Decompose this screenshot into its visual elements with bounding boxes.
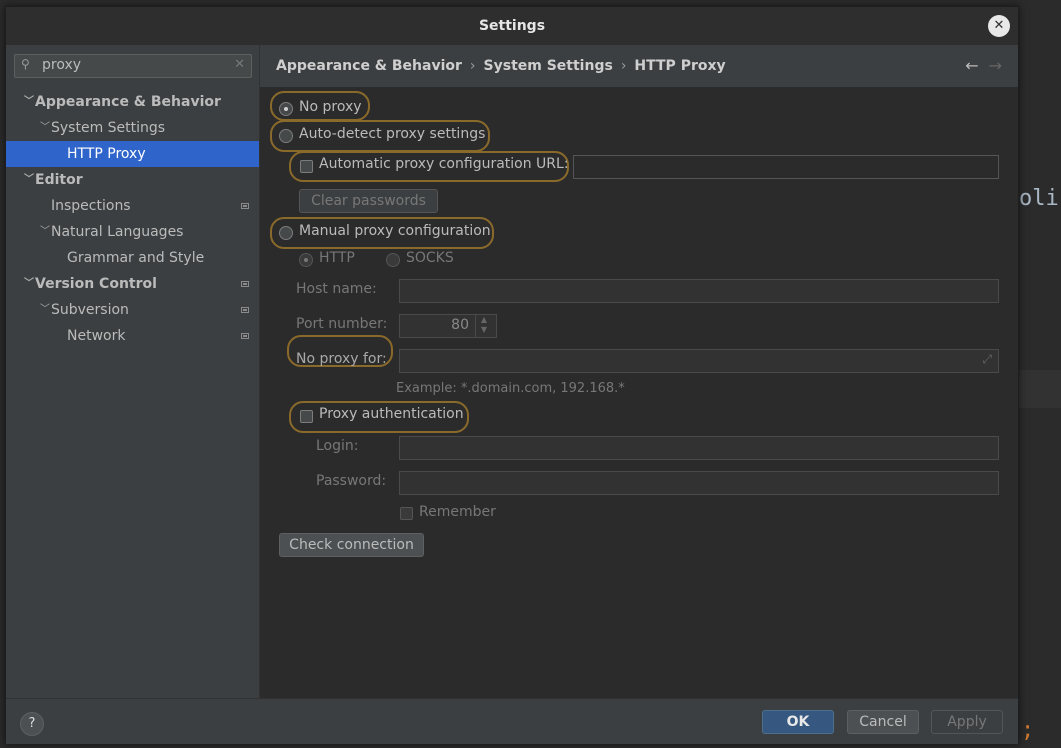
auto-detect-label: Auto-detect proxy settings xyxy=(299,126,486,142)
dialog-footer: ? OK Cancel Apply xyxy=(6,698,1018,744)
tree-item-inspections[interactable]: Inspections xyxy=(6,193,259,219)
tree-item-label: Editor xyxy=(35,172,83,188)
settings-sidebar: ⚲ proxy ✕ ﹀ Appearance & Behavior ﹀ Syst… xyxy=(6,45,260,698)
auto-config-url-label: Automatic proxy configuration URL: xyxy=(319,156,569,172)
tree-item-label: System Settings xyxy=(51,120,166,136)
manual-proxy-label: Manual proxy configuration xyxy=(299,223,491,239)
back-arrow-icon[interactable]: ← xyxy=(965,56,978,75)
chevron-down-icon[interactable]: ﹀ xyxy=(24,167,34,193)
forward-arrow-icon[interactable]: → xyxy=(989,56,1002,75)
no-proxy-for-input[interactable]: ⤢ xyxy=(399,349,999,373)
breadcrumb-http-proxy: HTTP Proxy xyxy=(634,58,726,74)
close-icon[interactable]: ✕ xyxy=(988,15,1010,37)
settings-tree: ﹀ Appearance & Behavior ﹀ System Setting… xyxy=(6,89,259,349)
tree-item-label: Appearance & Behavior xyxy=(35,94,221,110)
search-icon: ⚲ xyxy=(21,57,30,71)
no-proxy-for-label: No proxy for: xyxy=(296,351,387,367)
project-settings-icon xyxy=(241,333,249,339)
password-input[interactable] xyxy=(399,471,999,495)
clear-icon[interactable]: ✕ xyxy=(234,57,245,72)
socks-radio[interactable] xyxy=(386,253,400,267)
proxy-auth-label: Proxy authentication xyxy=(319,406,464,422)
tree-item-label: Subversion xyxy=(51,302,129,318)
http-label: HTTP xyxy=(319,250,355,266)
proxy-auth-checkbox[interactable] xyxy=(300,410,313,423)
chevron-down-icon[interactable]: ﹀ xyxy=(40,115,50,141)
settings-dialog: Settings ✕ ⚲ proxy ✕ ﹀ Appearance & Beha… xyxy=(5,6,1019,744)
chevron-down-icon[interactable]: ﹀ xyxy=(40,297,50,323)
tree-item-network[interactable]: Network xyxy=(6,323,259,349)
no-proxy-example: Example: *.domain.com, 192.168.* xyxy=(396,381,625,396)
auto-detect-radio[interactable] xyxy=(279,129,293,143)
expand-icon[interactable]: ⤢ xyxy=(982,352,992,367)
dialog-titlebar: Settings ✕ xyxy=(6,7,1018,45)
http-radio[interactable] xyxy=(299,253,313,267)
project-settings-icon xyxy=(241,307,249,313)
search-input[interactable]: ⚲ proxy ✕ xyxy=(14,54,252,78)
tree-item-label: Version Control xyxy=(35,276,157,292)
breadcrumb-separator: › xyxy=(620,58,627,74)
project-settings-icon xyxy=(241,203,249,209)
auto-config-url-input[interactable] xyxy=(573,155,999,179)
search-value: proxy xyxy=(42,57,82,73)
tree-item-label: Network xyxy=(67,328,126,344)
host-name-label: Host name: xyxy=(296,281,377,297)
chevron-down-icon[interactable]: ﹀ xyxy=(40,219,50,245)
help-button[interactable]: ? xyxy=(20,712,44,736)
tree-item-system-settings[interactable]: ﹀ System Settings xyxy=(6,115,259,141)
editor-semicolon: ; xyxy=(1021,718,1035,743)
breadcrumb: Appearance & Behavior › System Settings › HT… xyxy=(276,58,726,74)
chevron-down-icon[interactable]: ﹀ xyxy=(24,271,34,297)
http-proxy-panel: No proxy Auto-detect proxy settings Auto… xyxy=(260,87,1018,698)
remember-checkbox[interactable] xyxy=(400,507,413,520)
ok-button[interactable]: OK xyxy=(762,710,834,734)
port-number-label: Port number: xyxy=(296,316,388,332)
tree-item-label: Grammar and Style xyxy=(67,250,205,266)
dialog-title: Settings xyxy=(478,18,546,34)
project-settings-icon xyxy=(241,281,249,287)
login-label: Login: xyxy=(316,438,359,454)
socks-label: SOCKS xyxy=(406,250,454,266)
port-number-stepper[interactable]: 80 ▲ ▼ xyxy=(399,314,497,338)
cancel-button[interactable]: Cancel xyxy=(847,710,919,734)
settings-main-panel: Appearance & Behavior › System Settings › HT… xyxy=(260,45,1018,698)
navigation-arrows: ← → xyxy=(965,56,1002,75)
tree-item-subversion[interactable]: ﹀ Subversion xyxy=(6,297,259,323)
tree-item-label: Inspections xyxy=(51,198,131,214)
tree-item-label: HTTP Proxy xyxy=(67,146,146,162)
tree-item-label: Natural Languages xyxy=(51,224,184,240)
editor-code-fragment: oli xyxy=(1019,186,1059,211)
clear-passwords-button[interactable]: Clear passwords xyxy=(299,189,438,213)
apply-button[interactable]: Apply xyxy=(931,710,1003,734)
editor-line-highlight xyxy=(1017,370,1061,408)
port-number-value: 80 xyxy=(451,317,469,333)
tree-item-grammar-and-style[interactable]: Grammar and Style xyxy=(6,245,259,271)
no-proxy-label: No proxy xyxy=(299,99,362,115)
breadcrumb-separator: › xyxy=(469,58,476,74)
password-label: Password: xyxy=(316,473,387,489)
no-proxy-radio[interactable] xyxy=(279,102,293,116)
manual-proxy-radio[interactable] xyxy=(279,226,293,240)
tree-item-http-proxy[interactable]: HTTP Proxy xyxy=(6,141,259,167)
breadcrumb-appearance-behavior: Appearance & Behavior xyxy=(276,58,462,74)
login-input[interactable] xyxy=(399,436,999,460)
tree-item-appearance-behavior[interactable]: ﹀ Appearance & Behavior xyxy=(6,89,259,115)
remember-label: Remember xyxy=(419,504,496,520)
tree-item-editor[interactable]: ﹀ Editor xyxy=(6,167,259,193)
spinner-arrows-icon[interactable]: ▲ ▼ xyxy=(475,315,492,337)
tree-item-natural-languages[interactable]: ﹀ Natural Languages xyxy=(6,219,259,245)
tree-item-version-control[interactable]: ﹀ Version Control xyxy=(6,271,259,297)
check-connection-button[interactable]: Check connection xyxy=(279,533,424,557)
breadcrumb-system-settings: System Settings xyxy=(483,58,613,74)
auto-config-url-checkbox[interactable] xyxy=(300,160,313,173)
chevron-down-icon[interactable]: ﹀ xyxy=(24,89,34,115)
host-name-input[interactable] xyxy=(399,279,999,303)
